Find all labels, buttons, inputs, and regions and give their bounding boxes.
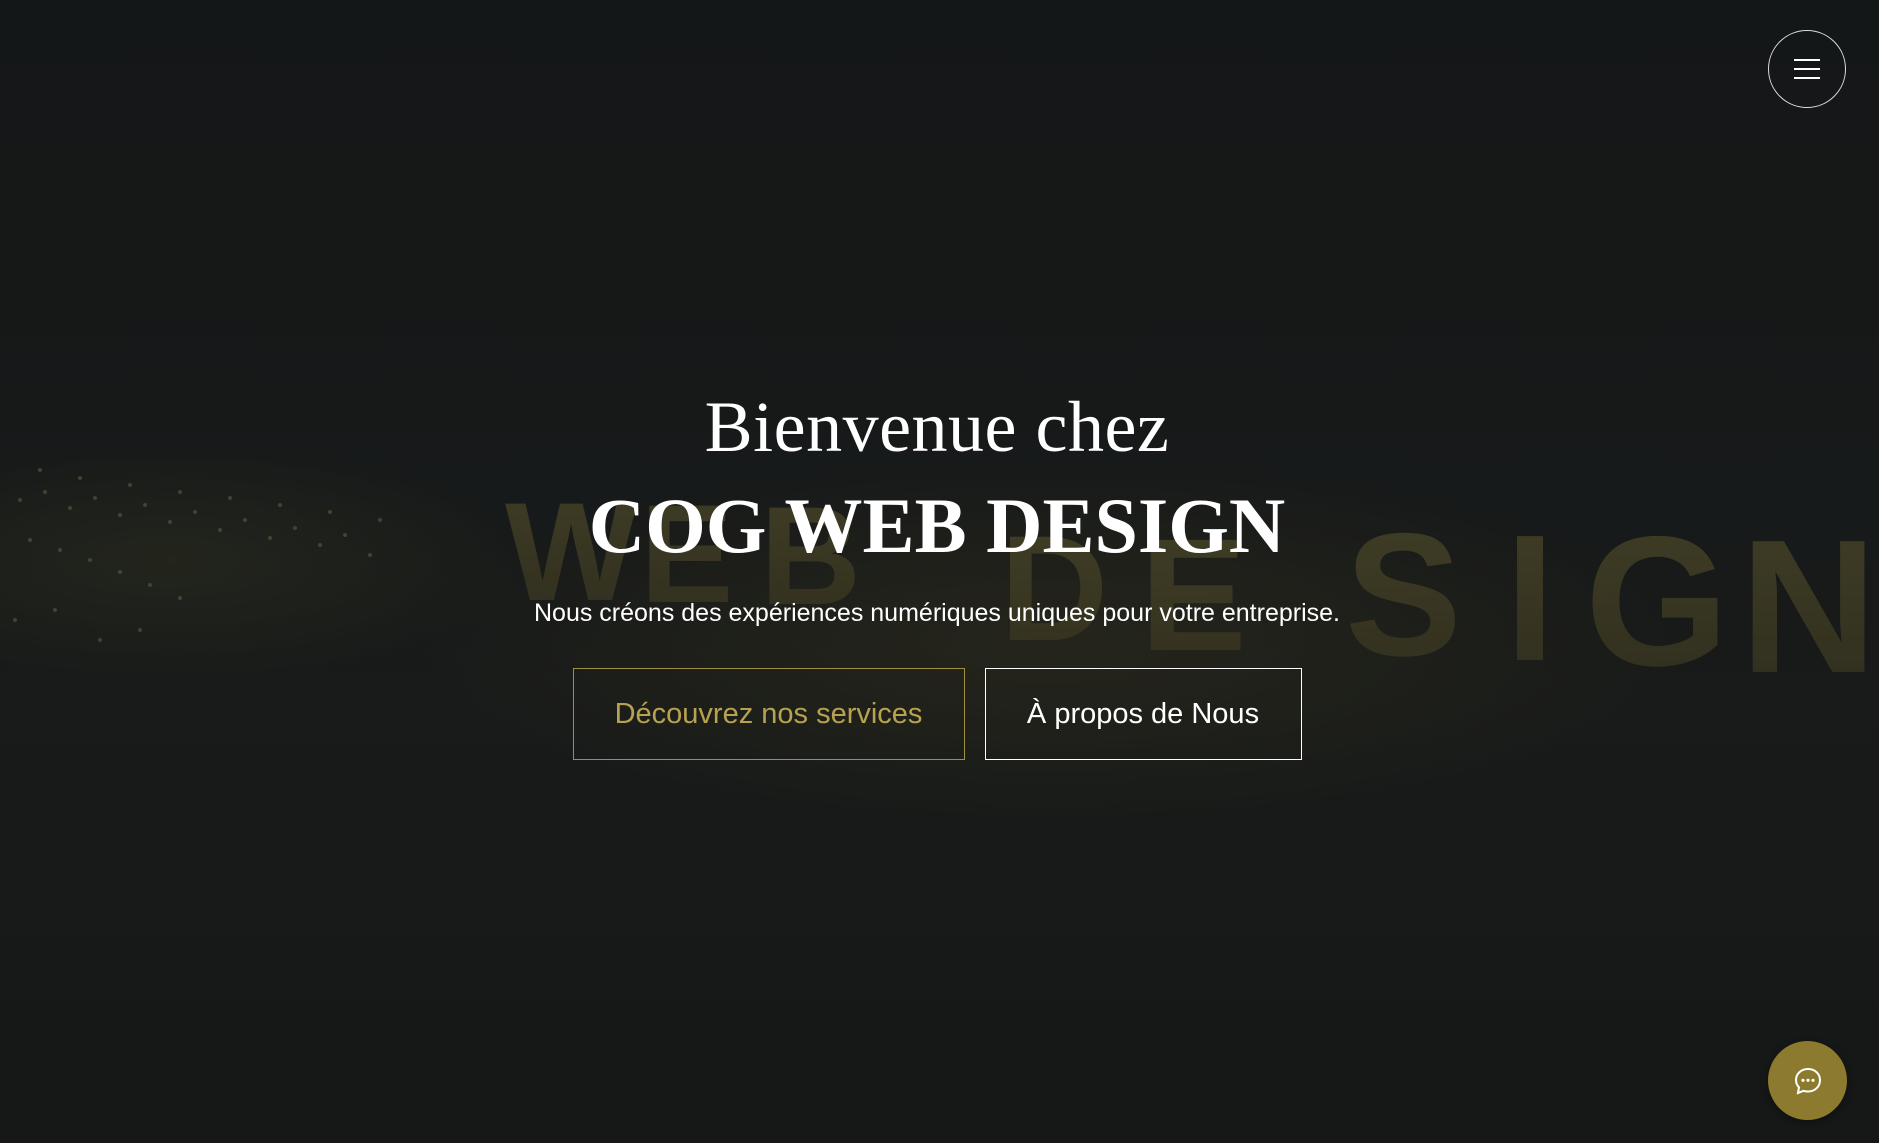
hero-title: COG WEB DESIGN — [588, 482, 1286, 569]
cta-buttons: Découvrez nos services À propos de Nous — [0, 668, 1874, 760]
hero-content: Bienvenue chez COG WEB DESIGN Nous créon… — [0, 380, 1874, 760]
hero-section: W E B D E S I G N Bienvenue chez COG WEB… — [0, 0, 1879, 1143]
discover-services-button[interactable]: Découvrez nos services — [572, 668, 965, 760]
hero-eyebrow: Bienvenue chez — [704, 387, 1170, 467]
menu-button[interactable] — [1768, 30, 1846, 108]
about-us-button[interactable]: À propos de Nous — [984, 668, 1302, 760]
chat-bubble-icon — [1794, 1067, 1821, 1095]
hero-subtitle: Nous créons des expériences numériques u… — [533, 599, 1340, 627]
chat-button[interactable] — [1768, 1041, 1847, 1120]
hamburger-menu-icon — [1794, 59, 1820, 79]
